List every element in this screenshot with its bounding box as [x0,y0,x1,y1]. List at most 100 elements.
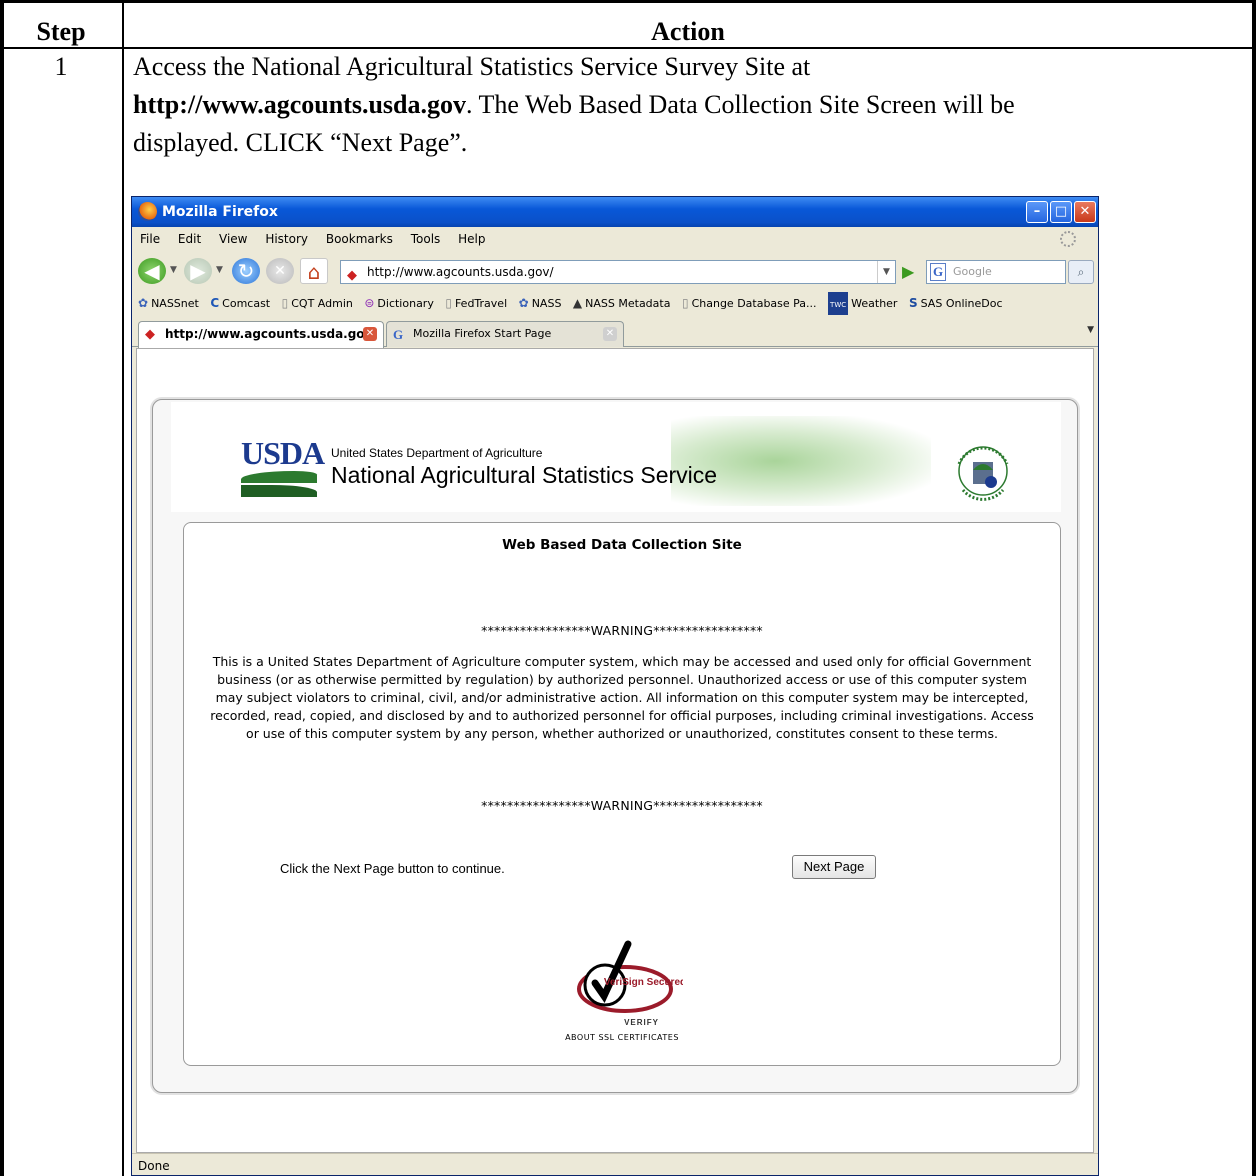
page-icon: ▯ [445,296,452,310]
weather-channel-icon: TWC [828,292,849,315]
bookmark-label: NASS [531,297,562,310]
address-dropdown-icon[interactable]: ▼ [877,261,895,283]
data-collection-panel: Web Based Data Collection Site *********… [183,522,1061,1066]
verisign-seal[interactable]: VeriSign Secured VERIFY [567,931,683,1031]
about-ssl-link[interactable]: ABOUT SSL CERTIFICATES [184,1033,1060,1042]
continue-instruction: Click the Next Page button to continue. [280,861,505,876]
bookmark-change-database[interactable]: ▯ Change Database Pa... [682,291,817,315]
bookmark-nass[interactable]: ✿ NASS [519,291,562,315]
web-content: USDA United States Department of Agricul… [136,348,1094,1153]
search-placeholder: Google [953,265,992,278]
instruction-part3: displayed. CLICK “Next Page”. [133,128,468,157]
verisign-label: VeriSign Secured [604,977,683,988]
forward-button[interactable]: ▶ [184,258,212,284]
nass-icon: ✿ [518,296,529,310]
linux-penguin-icon: ▲ [572,296,583,310]
instruction-part2: . The Web Based Data Collection Site Scr… [466,90,1015,119]
menu-bookmarks[interactable]: Bookmarks [326,232,393,246]
bookmark-weather[interactable]: TWC Weather [828,292,897,315]
bookmark-label: FedTravel [454,297,508,310]
status-text: Done [138,1159,170,1173]
instruction-part1: Access the National Agricultural Statist… [133,52,811,81]
menu-bar: File Edit View History Bookmarks Tools H… [132,227,1098,251]
stop-icon[interactable]: ✕ [266,258,294,284]
back-button[interactable]: ◀ [138,258,166,284]
usda-logo-text: USDA [241,435,325,471]
action-header: Action [651,17,725,46]
instruction-url: http://www.agcounts.usda.gov [133,90,467,119]
agency-name: National Agricultural Statistics Service [331,462,718,488]
close-window-button[interactable]: ✕ [1074,201,1096,223]
step-number: 1 [54,52,68,81]
firefox-logo-icon [138,202,157,221]
address-bar[interactable]: ◆ http://www.agcounts.usda.gov/ ▼ [340,260,896,284]
maximize-button[interactable]: □ [1050,201,1072,223]
search-icon[interactable]: ⌕ [1068,260,1094,284]
title-bar[interactable]: Mozilla Firefox – □ ✕ [132,197,1098,227]
navigation-toolbar: ◀ ▼ ▶ ▼ ↻ ✕ ⌂ ◆ http://www.agcounts.usda… [132,253,1098,289]
bookmark-nassnet[interactable]: ✿ NASSnet [138,291,199,315]
tab-label: Mozilla Firefox Start Page [413,327,552,340]
close-tab-icon[interactable]: ✕ [603,327,617,341]
dictionary-icon: ⊜ [364,296,375,310]
tab-agcounts[interactable]: ◆ http://www.agcounts.usda.gov/ ✕ [138,321,384,348]
bookmarks-toolbar: ✿ NASSnet C Comcast ▯ CQT Admin ⊜ Dictionary… [132,291,1098,315]
table-border-top [0,0,1256,3]
bookmark-label: CQT Admin [291,297,353,310]
bookmark-label: Weather [851,297,898,310]
bookmark-label: SAS OnlineDoc [920,297,1003,310]
bookmark-dictionary[interactable]: ⊜ Dictionary [364,291,433,315]
page-icon: ▯ [681,296,689,310]
bookmark-label: Change Database Pa... [691,297,817,310]
banner-gradient [671,416,931,506]
tab-firefox-start-page[interactable]: G Mozilla Firefox Start Page ✕ [386,321,624,347]
menu-tools[interactable]: Tools [411,232,441,246]
window-title: Mozilla Firefox [162,204,278,220]
close-tab-icon[interactable]: ✕ [363,327,377,341]
bookmark-label: NASSnet [151,297,199,310]
bookmark-fedtravel[interactable]: ▯ FedTravel [445,291,507,315]
menu-history[interactable]: History [265,232,308,246]
usda-logo-hill [241,485,317,497]
tab-list-dropdown-icon[interactable]: ▼ [1087,325,1094,335]
page-frame: USDA United States Department of Agricul… [152,399,1078,1093]
warning-banner-top: *****************WARNING****************… [481,623,763,638]
menu-edit[interactable]: Edit [178,232,201,246]
usda-logo-hill [241,471,317,483]
site-favicon-icon: ◆ [347,268,357,283]
verify-label: VERIFY [624,1018,659,1027]
bookmark-comcast[interactable]: C Comcast [210,291,270,315]
comcast-icon: C [210,296,220,310]
department-name: United States Department of Agriculture [331,446,543,460]
bookmark-label: NASS Metadata [585,297,671,310]
step-header: Step [36,17,86,46]
search-input[interactable]: G Google [926,260,1066,284]
bookmark-sas-onlinedoc[interactable]: S SAS OnlineDoc [909,291,1003,315]
menu-help[interactable]: Help [458,232,485,246]
warning-banner-bottom: *****************WARNING****************… [481,798,763,813]
google-search-engine-icon[interactable]: G [930,263,946,281]
bookmark-label: Comcast [222,297,271,310]
forward-history-dropdown-icon[interactable]: ▼ [216,265,223,275]
sas-icon: S [908,296,918,310]
next-page-button[interactable]: Next Page [792,855,876,879]
site-favicon-icon: ◆ [145,327,155,342]
table-border-left [0,0,4,1176]
reload-icon[interactable]: ↻ [232,258,260,284]
throbber-icon [1060,231,1076,247]
bookmark-cqt-admin[interactable]: ▯ CQT Admin [282,291,353,315]
go-icon[interactable]: ▶ [902,262,920,282]
minimize-button[interactable]: – [1026,201,1048,223]
menu-view[interactable]: View [219,232,247,246]
tab-bar: ◆ http://www.agcounts.usda.gov/ ✕ G Mozi… [132,317,1098,348]
usda-logo: USDA [241,435,325,499]
bookmark-nass-metadata[interactable]: ▲ NASS Metadata [573,291,671,315]
bookmark-label: Dictionary [377,297,434,310]
back-history-dropdown-icon[interactable]: ▼ [170,265,177,275]
menu-file[interactable]: File [140,232,160,246]
google-icon: G [393,327,404,342]
address-text: http://www.agcounts.usda.gov/ [367,265,554,279]
table-column-divider [122,0,124,1176]
firefox-window: Mozilla Firefox – □ ✕ File Edit View His… [131,196,1099,1176]
home-icon[interactable]: ⌂ [300,258,328,284]
